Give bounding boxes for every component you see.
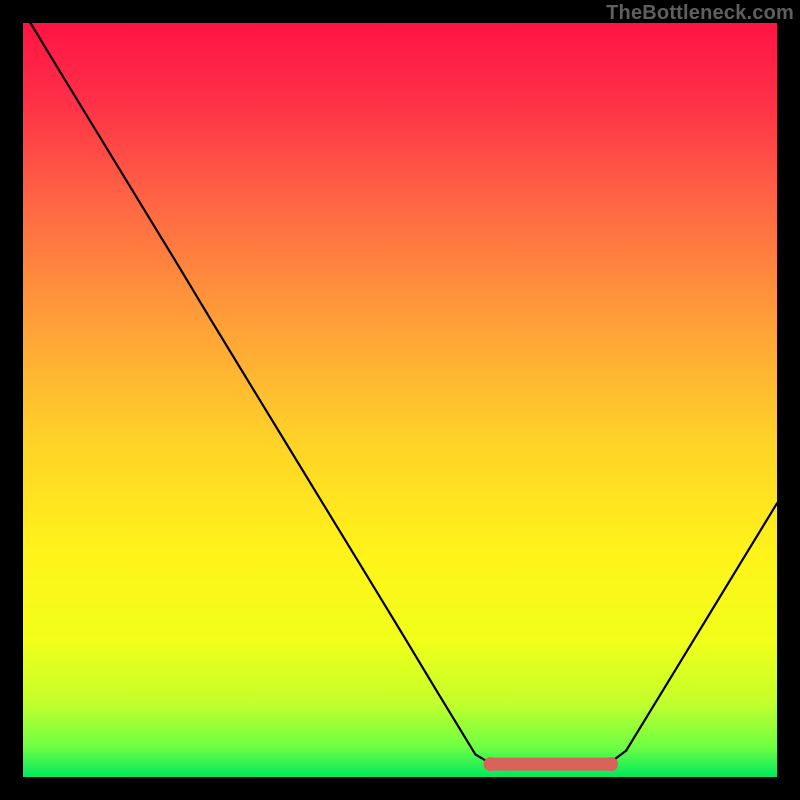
watermark-text: TheBottleneck.com: [606, 2, 794, 25]
bottleneck-curve: [23, 23, 777, 777]
chart-frame: [23, 23, 777, 777]
plot-area: [23, 23, 777, 777]
